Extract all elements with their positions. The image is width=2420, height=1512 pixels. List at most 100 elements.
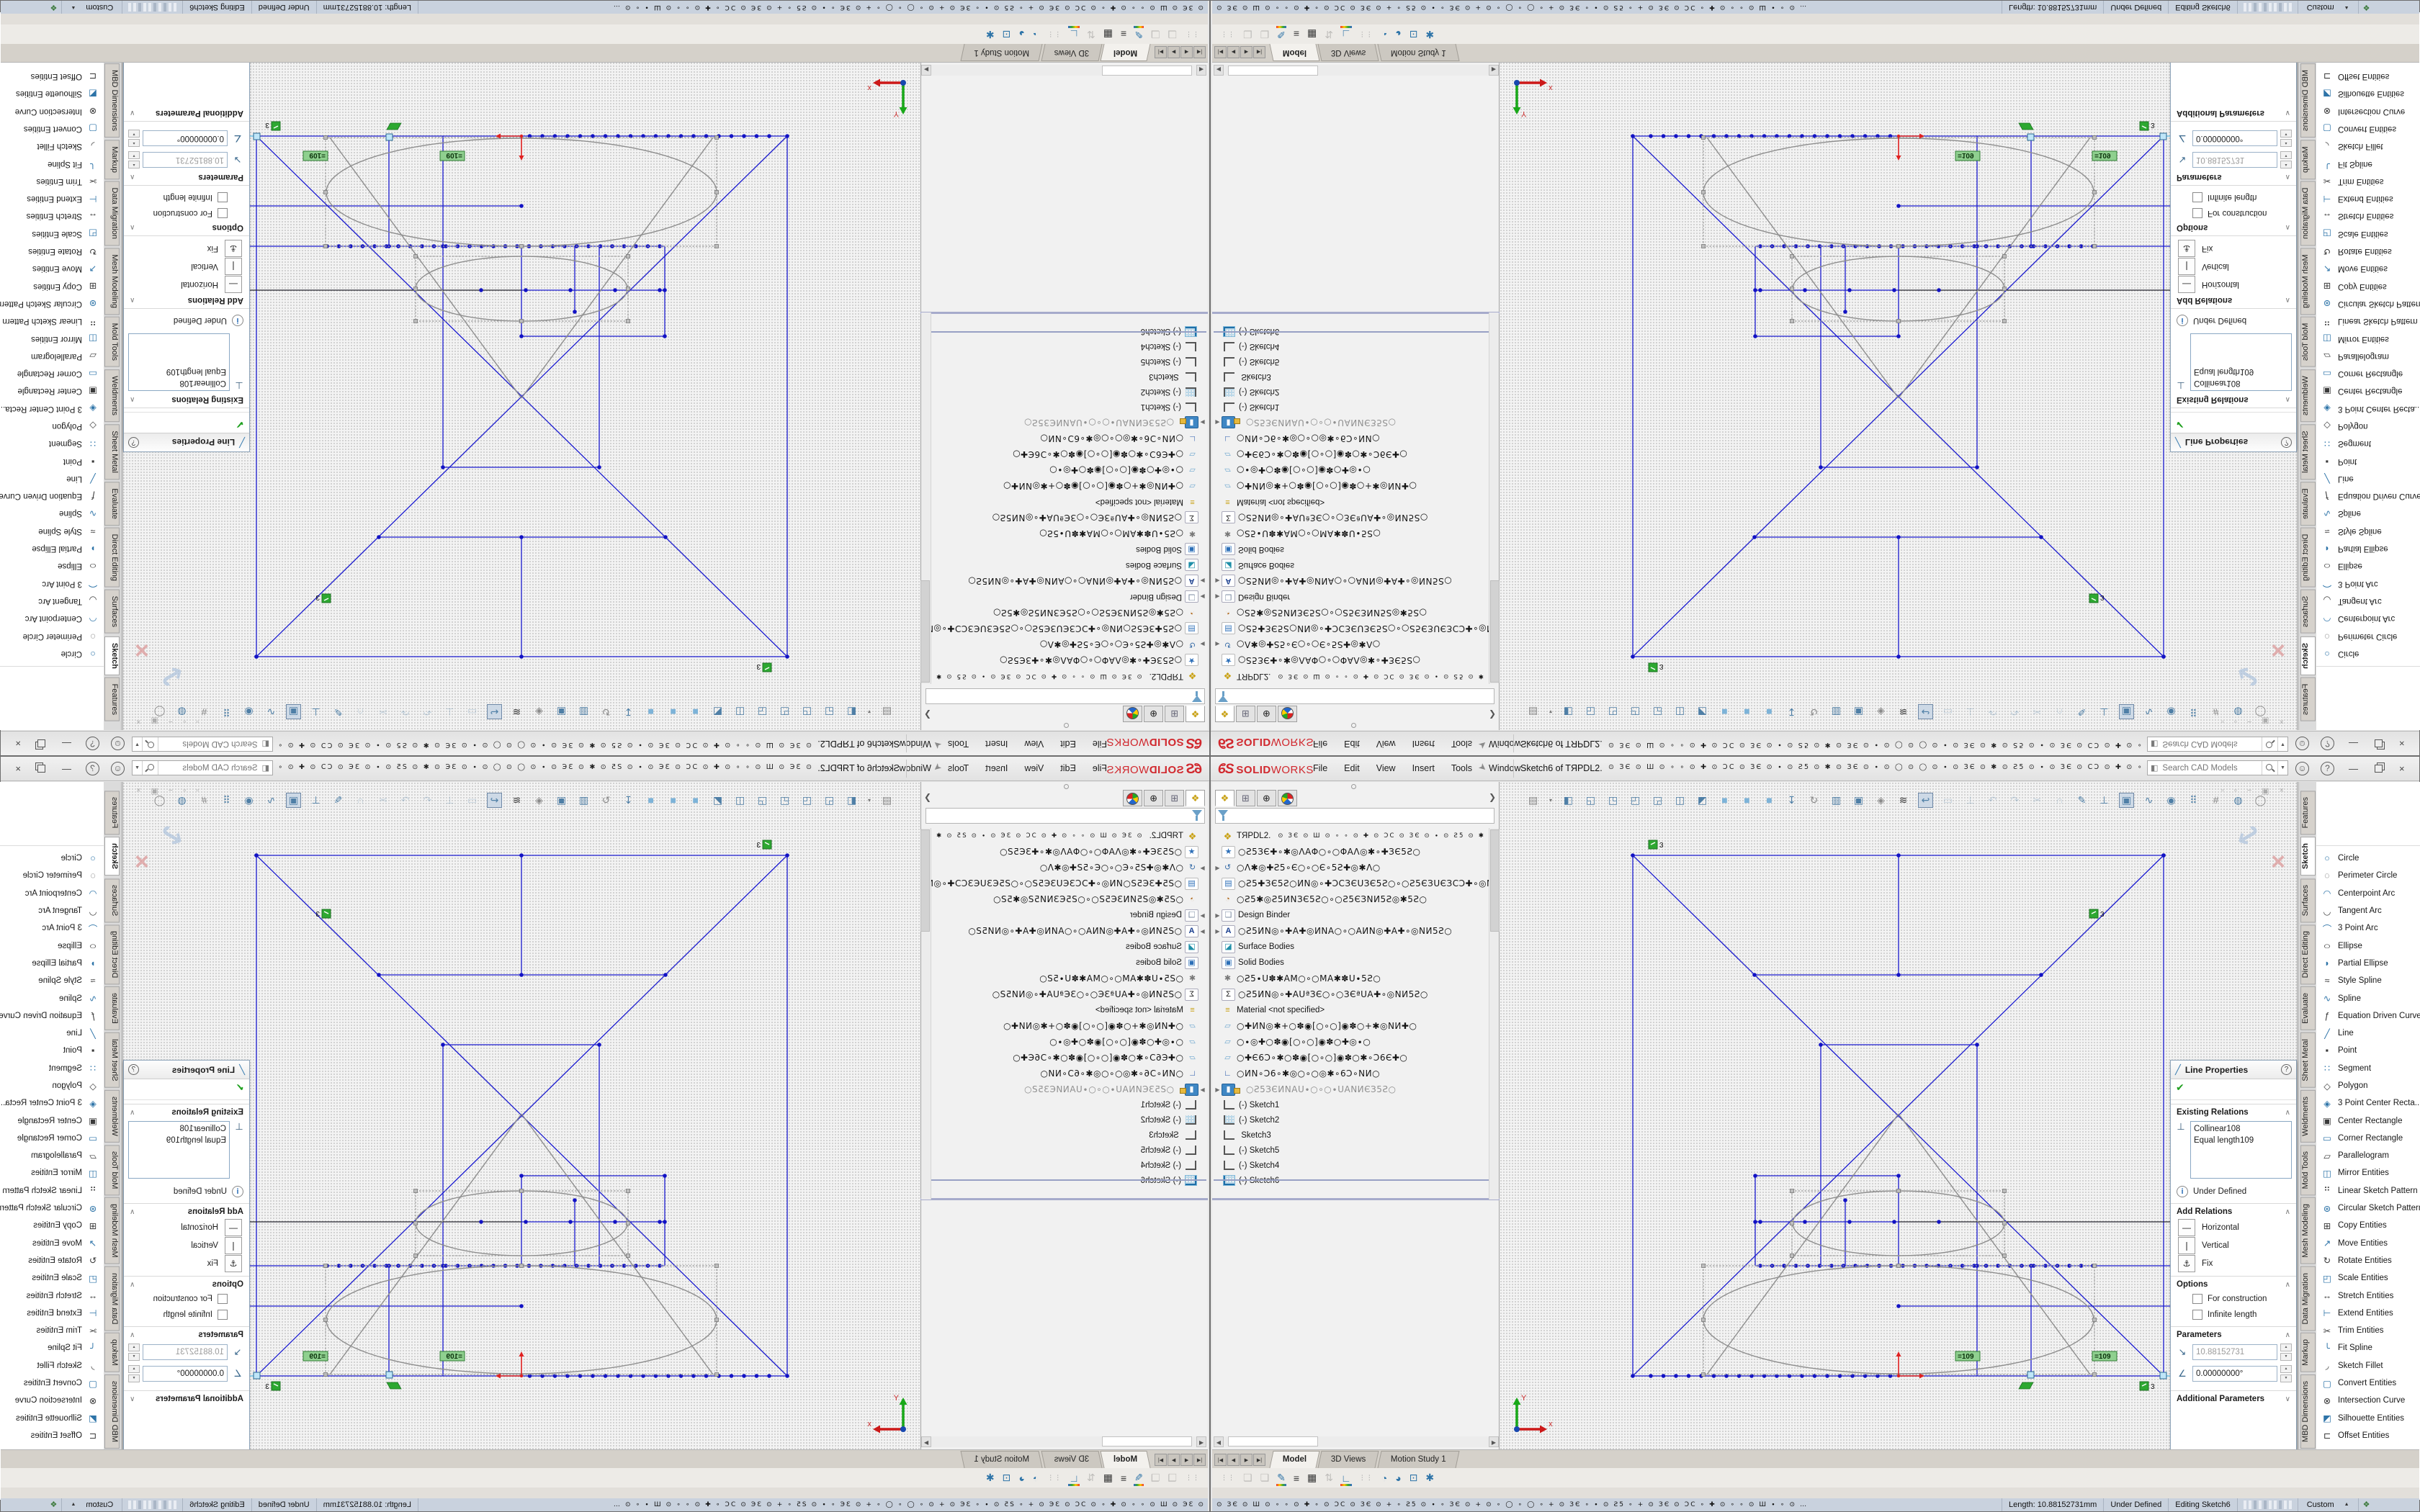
section-existing-relations[interactable]: Existing Relations∧	[2171, 393, 2296, 408]
tool-linear-sketch-pattern[interactable]: ⠛Linear Sketch Pattern	[0, 1182, 104, 1200]
menu-edit[interactable]: Edit	[1344, 763, 1360, 773]
tool-scale-entities[interactable]: ◰Scale Entities	[2316, 225, 2420, 243]
option-for-construction[interactable]: For construction	[2171, 1291, 2296, 1307]
last-tab-button[interactable]: ▶|	[1155, 1454, 1167, 1466]
dimension-tag-109[interactable]: =109	[303, 151, 328, 161]
option-for-construction[interactable]: For construction	[2171, 205, 2296, 221]
relation-item[interactable]: Collinear108	[2194, 1123, 2288, 1135]
tool-equation-driven-curve[interactable]: ƒEquation Driven Curve	[2316, 1007, 2420, 1025]
tool-convert-entities[interactable]: ▢Convert Entities	[0, 120, 104, 138]
tool-convert-entities[interactable]: ▢Convert Entities	[2316, 1374, 2420, 1392]
anchor-icon[interactable]: ⚓	[225, 240, 242, 258]
verification-icon[interactable]: ◔	[1033, 1472, 1039, 1484]
tool-offset-entities[interactable]: ⊏Offset Entities	[0, 1427, 104, 1444]
vertical-icon[interactable]: ❘	[2178, 1237, 2195, 1254]
search-icon[interactable]	[143, 761, 158, 775]
relation-marker-3[interactable]: 3	[315, 593, 331, 603]
collapse-chevron-icon[interactable]: ∧	[130, 297, 135, 305]
cm-tab-direct-editing[interactable]: Direct Editing	[105, 924, 120, 984]
tool-trim-entities[interactable]: ✂Trim Entities	[2316, 1322, 2420, 1339]
status-unit-system-dropdown[interactable]: Custom▲	[62, 1498, 122, 1511]
status-unit-system-dropdown[interactable]: Custom▲	[2298, 1, 2358, 14]
expand-chevron-icon[interactable]: ∨	[130, 109, 135, 117]
anchor-icon[interactable]: ⚓	[225, 1255, 242, 1272]
tree-item-selection-sets[interactable]: ▤○Ƨ5✚ЗЄ5Ƨ○ИN◎∘✚ƆϹЗЄUЗЄ5Ƨ○∘○Ƨ5ЄЗUЄЗϹƆ✚∘◎N…	[931, 876, 1206, 891]
tree-item-history[interactable]: ▶↺○Λ✱◎✚Ƨ5∘Є○∘○Є∘5Ƨ✚◎✱Λ○	[1214, 860, 1489, 876]
length-field[interactable]: 10.88152731	[143, 152, 228, 168]
cm-tab-sketch-active[interactable]: Sketch	[2300, 837, 2316, 876]
tool-trim-entities[interactable]: ✂Trim Entities	[2316, 173, 2420, 190]
tool-partial-ellipse[interactable]: ◗Partial Ellipse	[0, 540, 104, 557]
rollback-bar[interactable]	[931, 331, 1206, 333]
tool-sketch-fillet[interactable]: ◞Sketch Fillet	[2316, 1357, 2420, 1374]
tree-item-design-binder[interactable]: ▶❏Design Binder	[931, 589, 1206, 605]
cm-tab-mbd-dimensions[interactable]: MBD Dimensions	[105, 63, 120, 138]
add-relation-horizontal[interactable]: —Horizontal	[124, 276, 249, 294]
tool-3-point-arc[interactable]: ⌒3 Point Arc	[0, 919, 104, 937]
settings-gear-icon[interactable]: ✱	[986, 28, 995, 40]
search-box[interactable]: ◧ ▼	[2147, 760, 2288, 775]
tree-item-right-plane[interactable]: ▱○✚Є6Ɔ∘✱○✽◉[○∘○]◉✽○✱∘Ɔ6Є✚○	[931, 1050, 1206, 1066]
cm-tab-features[interactable]: Features	[105, 678, 120, 721]
tool-extend-entities[interactable]: ⊢Extend Entities	[2316, 1305, 2420, 1322]
tool-polygon[interactable]: ◇Polygon	[2316, 418, 2420, 435]
relation-marker-3[interactable]: 3	[2140, 1382, 2155, 1391]
collapse-chevron-icon[interactable]: ∧	[130, 1281, 135, 1289]
tool-equation-driven-curve[interactable]: ƒEquation Driven Curve	[0, 487, 104, 505]
tab-3d-views[interactable]: 3D Views	[1318, 1451, 1379, 1468]
tool-partial-ellipse[interactable]: ◗Partial Ellipse	[2316, 955, 2420, 972]
tool-silhouette-entities[interactable]: ◩Silhouette Entities	[2316, 85, 2420, 102]
panel-help-icon[interactable]: ?	[2281, 437, 2292, 448]
tool-mirror-entities[interactable]: ◫Mirror Entities	[2316, 330, 2420, 347]
cm-tab-mesh-modeling[interactable]: Mesh Modeling	[105, 1197, 120, 1264]
hatch-icon[interactable]: ▦	[1103, 1472, 1113, 1484]
last-tab-button[interactable]: ▶|	[1253, 1454, 1265, 1466]
relation-item[interactable]: Equal length109	[132, 366, 226, 377]
panel-split-bar[interactable]	[920, 1198, 1208, 1200]
tree-horizontal-scrollbar[interactable]: ◀▶	[921, 1436, 1206, 1447]
tab-featuremanager-tree[interactable]: ❖	[1215, 706, 1234, 722]
tree-vertical-scrollbar[interactable]	[1489, 312, 1499, 684]
tool-line[interactable]: ╱Line	[2316, 1025, 2420, 1042]
first-tab-button[interactable]: |◀	[1214, 1454, 1227, 1466]
cm-tab-weldments[interactable]: Weldments	[2300, 369, 2316, 422]
tree-item-sketch2[interactable]: (-) Sketch2	[1214, 384, 1489, 400]
collapse-chevron-icon[interactable]: ∧	[2285, 396, 2290, 404]
tool-spline[interactable]: ∿Spline	[0, 505, 104, 522]
length-spinner[interactable]: ▲▼	[2280, 1344, 2292, 1361]
tab-motion-study-1[interactable]: Motion Study 1	[1377, 1451, 1459, 1468]
tree-filter-input[interactable]	[926, 808, 1205, 824]
cm-tab-surfaces[interactable]: Surfaces	[2300, 590, 2316, 634]
tree-item-equations[interactable]: Σ○Ƨ5ИN◎∘✚AUªЗЄ○∘○ЗЄªUA✚∘◎NИ5Ƨ○	[1214, 986, 1489, 1002]
prev-tab-button[interactable]: ◀	[1227, 46, 1240, 58]
search-input[interactable]	[2161, 763, 2262, 773]
panel-help-icon[interactable]: ?	[2281, 1064, 2292, 1075]
option-for-construction[interactable]: For construction	[124, 205, 249, 221]
coincident-marker[interactable]	[2019, 1382, 2033, 1389]
prev-tab-button[interactable]: ◀	[1180, 46, 1193, 58]
tree-item-lights[interactable]: ✱○Ƨ5∙U✽✱AM○∘○MA✱✽U∙5Ƨ○	[931, 971, 1206, 986]
menu-file[interactable]: File	[1093, 763, 1107, 773]
collapse-chevron-icon[interactable]: ∧	[130, 1208, 135, 1216]
checkbox[interactable]	[218, 1310, 228, 1320]
tool-rotate-entities[interactable]: ↻Rotate Entities	[0, 243, 104, 260]
tree-item-top-plane[interactable]: ▱○∙◎✚○✽◉[○∘○]◉✽○✚◎∙○	[1214, 462, 1489, 478]
cm-tab-mbd-dimensions[interactable]: MBD Dimensions	[2300, 63, 2316, 138]
collapse-chevron-icon[interactable]: ∧	[2285, 1281, 2290, 1289]
tree-item-selection-sets[interactable]: ▤○Ƨ5✚ЗЄ5Ƨ○ИN◎∘✚ƆϹЗЄUЗЄ5Ƨ○∘○Ƨ5ЄЗUЄЗϹƆ✚∘◎N…	[1214, 621, 1489, 636]
tree-item-history[interactable]: ▶↺○Λ✱◎✚Ƨ5∘Є○∘○Є∘5Ƨ✚◎✱Λ○	[931, 636, 1206, 652]
option-infinite-length[interactable]: Infinite length	[2171, 1307, 2296, 1323]
last-tab-button[interactable]: ▶|	[1253, 46, 1265, 58]
close-button[interactable]: ×	[15, 763, 21, 774]
tab-propertymanager[interactable]: ⊞	[1236, 706, 1255, 722]
tool-linear-sketch-pattern[interactable]: ⠛Linear Sketch Pattern	[2316, 1182, 2420, 1200]
relation-marker-3[interactable]: 3	[756, 662, 771, 672]
relation-marker-3[interactable]: 3	[1649, 840, 1664, 850]
section-parameters[interactable]: Parameters∧	[2171, 1326, 2296, 1341]
toolbar-grip[interactable]: ⋮⋮	[1359, 30, 1373, 38]
tool-copy-entities[interactable]: ⊞Copy Entities	[0, 277, 104, 294]
tree-item-front-plane[interactable]: ▱○✚ИN◎✱+○✽◉[○∘○]◉✽○+✱◎NИ✚○	[931, 1018, 1206, 1034]
selected-point-handles[interactable]	[254, 1372, 393, 1379]
tree-item-equations[interactable]: Σ○Ƨ5ИN◎∘✚AUªЗЄ○∘○ЗЄªUA✚∘◎NИ5Ƨ○	[931, 986, 1206, 1002]
tree-item-sketch4[interactable]: (-) Sketch4	[1214, 339, 1489, 354]
